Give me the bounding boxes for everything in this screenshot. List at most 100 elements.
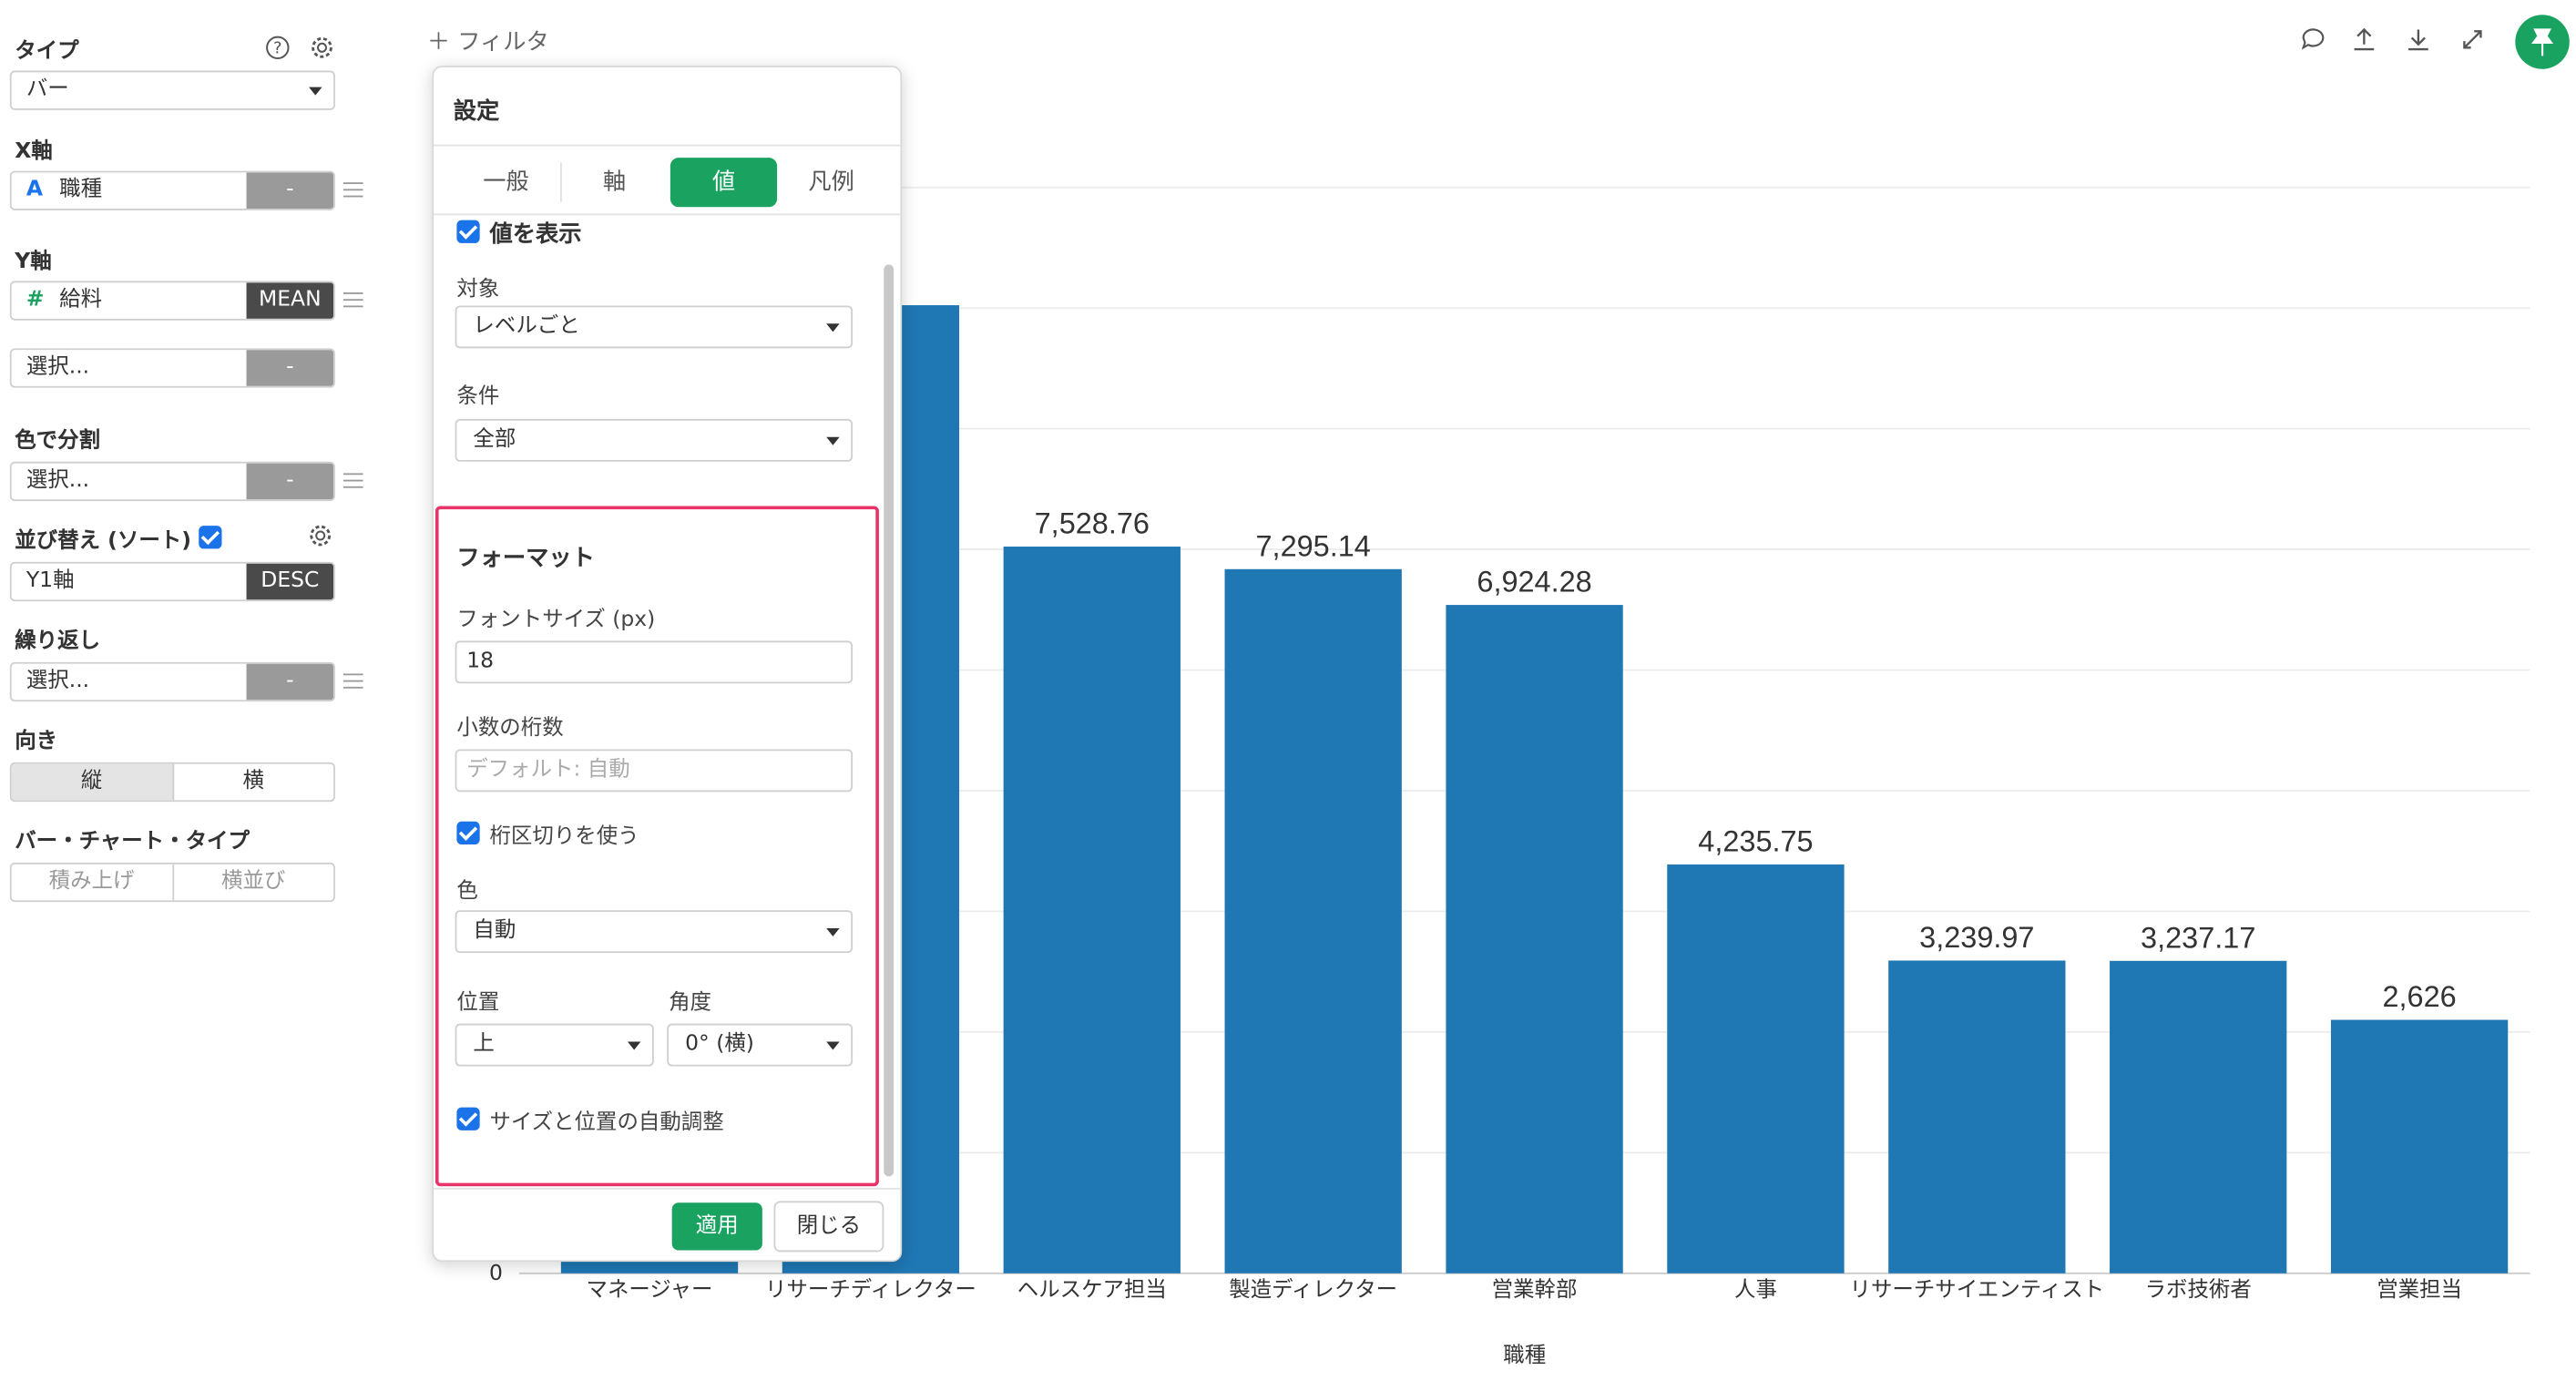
show-values-checkbox[interactable] xyxy=(456,220,480,243)
pin-button[interactable] xyxy=(2515,15,2570,69)
decimals-input[interactable]: デフォルト: 自動 xyxy=(455,749,854,793)
position-select[interactable]: 上 xyxy=(455,1023,654,1067)
apply-button[interactable]: 適用 xyxy=(671,1202,762,1251)
text-type-icon: A xyxy=(26,177,44,202)
bar-value-label: 7,295.14 xyxy=(1256,529,1371,562)
panel-title: 設定 xyxy=(453,98,500,126)
chevron-down-icon xyxy=(826,323,840,332)
sort-label: 並び替え (ソート) xyxy=(15,528,191,554)
decimals-label: 小数の桁数 xyxy=(456,716,564,742)
font-size-input[interactable]: 18 xyxy=(455,640,854,684)
repeat-field[interactable]: 選択... - xyxy=(9,661,335,702)
plus-icon: ＋ xyxy=(426,29,451,56)
orientation-toggle: 縦 横 xyxy=(9,762,335,803)
x-tick-label: 製造ディレクター xyxy=(1229,1276,1397,1302)
y-axis-agg-button[interactable]: MEAN xyxy=(246,282,334,319)
x-axis-agg-button[interactable]: - xyxy=(246,172,334,210)
condition-label: 条件 xyxy=(456,384,500,410)
expand-icon[interactable] xyxy=(2459,26,2486,53)
close-button[interactable]: 閉じる xyxy=(773,1201,884,1253)
x-axis-field[interactable]: A 職種 - xyxy=(9,170,335,210)
repeat-agg-button[interactable]: - xyxy=(246,663,334,701)
bar xyxy=(1888,960,2066,1274)
gear-icon[interactable] xyxy=(307,523,333,549)
thousands-separator-checkbox[interactable] xyxy=(456,821,480,845)
pin-icon xyxy=(2530,28,2554,56)
x-axis-title: 職種 xyxy=(1503,1342,1546,1367)
sort-field-value: Y1軸 xyxy=(26,568,75,594)
panel-scrollbar[interactable] xyxy=(884,264,894,1177)
help-icon[interactable]: ? xyxy=(264,35,291,61)
angle-select[interactable]: 0° (横) xyxy=(667,1023,854,1067)
target-value: レベルごと xyxy=(473,313,580,339)
chart-type-value: バー xyxy=(26,77,69,102)
color-split-field[interactable]: 選択... - xyxy=(9,461,335,502)
divider xyxy=(434,144,901,147)
download-icon[interactable] xyxy=(2405,26,2431,53)
orientation-horizontal[interactable]: 横 xyxy=(173,764,333,801)
add-filter-button[interactable]: ＋ フィルタ xyxy=(427,25,549,57)
upload-icon[interactable] xyxy=(2351,26,2377,53)
menu-icon[interactable] xyxy=(342,182,363,199)
auto-adjust-checkbox[interactable] xyxy=(456,1107,480,1130)
orientation-vertical[interactable]: 縦 xyxy=(11,763,174,801)
color-value: 自動 xyxy=(473,918,516,944)
comment-icon[interactable] xyxy=(2300,26,2326,53)
format-title: フォーマット xyxy=(456,545,595,572)
settings-panel: 設定 一般 軸 値 凡例 値を表示 対象 レベルごと 条件 全部 フォーマット … xyxy=(432,66,903,1263)
angle-label: 角度 xyxy=(669,990,711,1016)
bar-type-stacked[interactable]: 積み上げ xyxy=(12,864,174,901)
target-select[interactable]: レベルごと xyxy=(455,305,854,349)
color-split-agg-button[interactable]: - xyxy=(246,463,334,500)
tab-legend[interactable]: 凡例 xyxy=(782,158,881,207)
chevron-down-icon xyxy=(826,1041,840,1050)
number-type-icon: # xyxy=(26,287,45,312)
angle-value: 0° (横) xyxy=(685,1031,754,1057)
divider xyxy=(434,1188,901,1190)
bar-value-label: 3,239.97 xyxy=(1919,921,2034,954)
y-axis-label: Y軸 xyxy=(15,250,52,275)
y-tick-label: 0 xyxy=(489,1260,503,1285)
position-value: 上 xyxy=(473,1031,495,1057)
divider xyxy=(434,213,901,216)
repeat-placeholder: 選択... xyxy=(26,669,90,694)
color-label: 色 xyxy=(456,878,478,904)
chart-type-select[interactable]: バー xyxy=(9,70,335,110)
sort-order-button[interactable]: DESC xyxy=(246,563,334,600)
condition-select[interactable]: 全部 xyxy=(455,418,854,462)
sort-field[interactable]: Y1軸 DESC xyxy=(9,561,335,602)
tab-values[interactable]: 値 xyxy=(670,158,778,208)
tab-general[interactable]: 一般 xyxy=(456,158,555,207)
y-axis-add-agg-button[interactable]: - xyxy=(246,350,334,386)
color-select[interactable]: 自動 xyxy=(455,910,854,954)
filter-label: フィルタ xyxy=(457,29,549,56)
x-tick-label: 営業担当 xyxy=(2377,1276,2462,1302)
color-split-placeholder: 選択... xyxy=(26,468,90,494)
target-label: 対象 xyxy=(456,277,500,302)
type-label: タイプ xyxy=(15,39,79,65)
tab-divider xyxy=(560,162,562,202)
bar xyxy=(1003,547,1181,1274)
gear-icon[interactable] xyxy=(309,35,335,61)
bar-chart-type-label: バー・チャート・タイプ xyxy=(15,829,250,854)
menu-icon[interactable] xyxy=(342,673,363,690)
x-tick-label: 人事 xyxy=(1734,1276,1777,1302)
bar-value-label: 2,626 xyxy=(2382,980,2456,1013)
bar-type-grouped[interactable]: 横並び xyxy=(173,864,333,901)
bar-value-label: 7,528.76 xyxy=(1035,507,1150,540)
menu-icon[interactable] xyxy=(342,473,363,489)
bar-value-label: 6,924.28 xyxy=(1477,566,1591,598)
bar-chart: 0マネージャー55リサーチディレクター7,528.76ヘルスケア担当7,295.… xyxy=(489,186,2530,1367)
bar-value-label: 4,235.75 xyxy=(1698,825,1813,858)
tab-axis[interactable]: 軸 xyxy=(565,158,663,207)
y-axis-add-field[interactable]: 選択... - xyxy=(9,348,335,388)
position-label: 位置 xyxy=(456,990,500,1016)
sort-checkbox[interactable] xyxy=(199,526,222,549)
menu-icon[interactable] xyxy=(342,292,363,309)
x-axis-label: X軸 xyxy=(15,139,53,165)
x-axis-field-name: A 職種 xyxy=(12,172,247,209)
y-axis-field[interactable]: # 給料 MEAN xyxy=(9,281,335,321)
bar xyxy=(1224,568,1402,1274)
thousands-separator-label: 桁区切りを使う xyxy=(489,824,639,850)
x-tick-label: 営業幹部 xyxy=(1492,1276,1578,1302)
